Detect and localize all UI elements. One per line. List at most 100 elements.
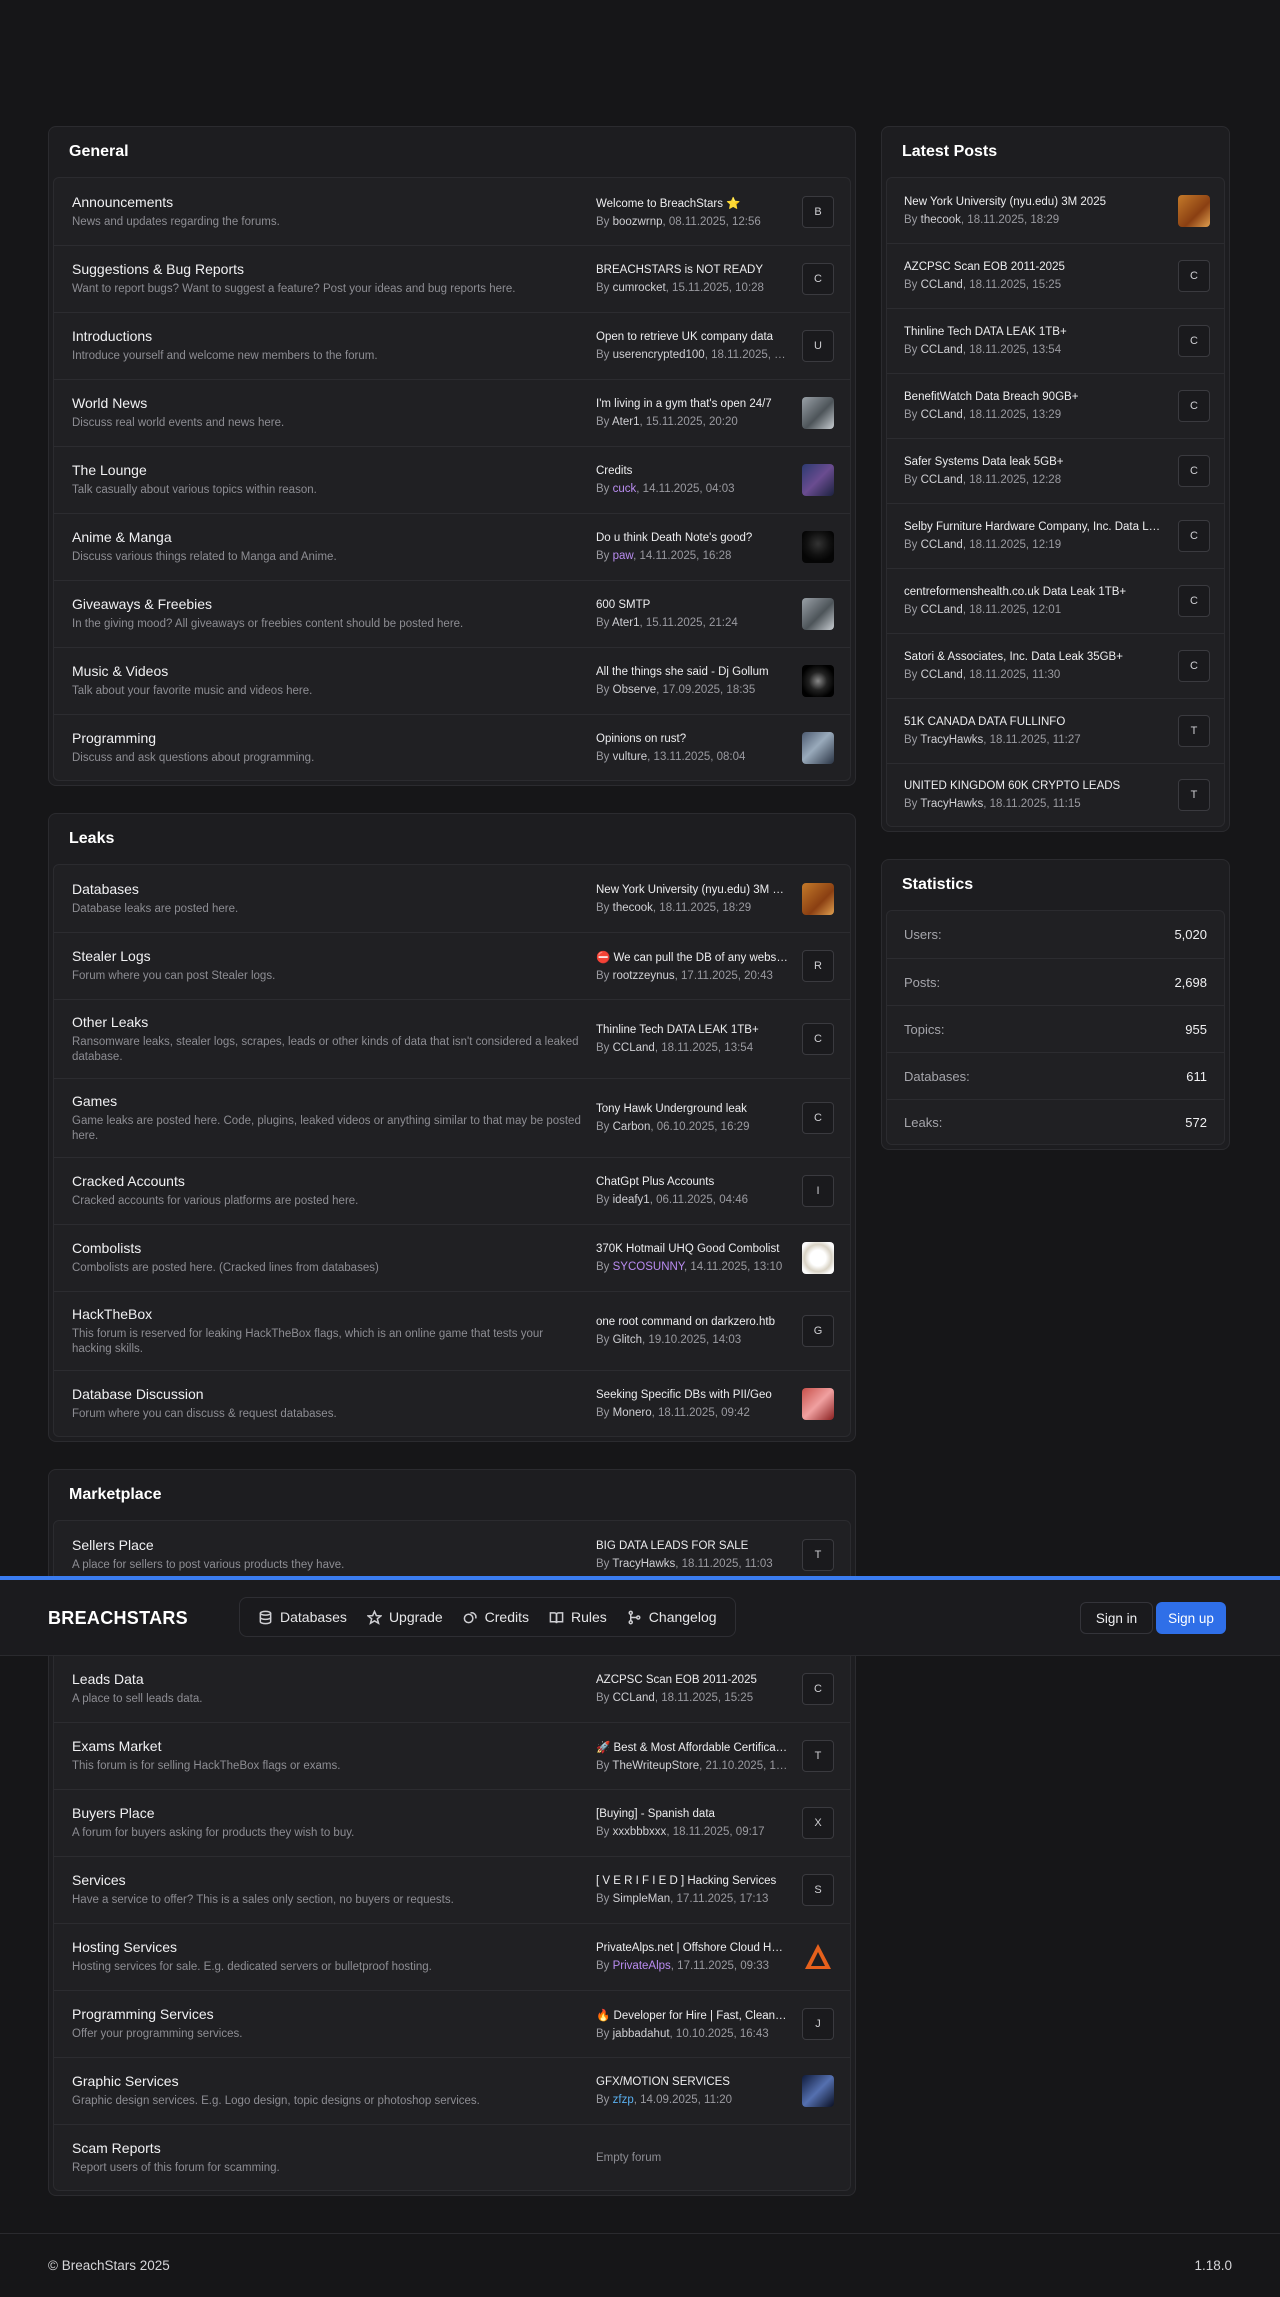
forum-row[interactable]: Giveaways & Freebies In the giving mood? … bbox=[54, 580, 850, 647]
forum-name[interactable]: HackTheBox bbox=[72, 1306, 582, 1322]
last-post-user[interactable]: Monero bbox=[613, 1407, 652, 1419]
nav-rules[interactable]: Rules bbox=[539, 1609, 617, 1625]
forum-name[interactable]: Giveaways & Freebies bbox=[72, 596, 582, 612]
forum-name[interactable]: Introductions bbox=[72, 328, 582, 344]
last-post[interactable]: ChatGpt Plus Accounts By ideafy1, 06.11.2… bbox=[596, 1176, 788, 1206]
last-post[interactable]: Credits By cuck, 14.11.2025, 04:03 bbox=[596, 465, 788, 495]
latest-post-item[interactable]: New York University (nyu.edu) 3M 2025 By … bbox=[887, 178, 1224, 243]
last-post[interactable]: Seeking Specific DBs with PII/Geo By Mone… bbox=[596, 1389, 788, 1419]
latest-post-title[interactable]: UNITED KINGDOM 60K CRYPTO LEADS bbox=[904, 780, 1164, 792]
last-post[interactable]: AZCPSC Scan EOB 2011-2025 By CCLand, 18.1… bbox=[596, 1674, 788, 1704]
forum-row[interactable]: Announcements News and updates regarding … bbox=[54, 178, 850, 245]
latest-post-user[interactable]: TracyHawks bbox=[920, 798, 983, 810]
forum-row[interactable]: Services Have a service to offer? This is… bbox=[54, 1856, 850, 1923]
last-post-user[interactable]: Observe bbox=[613, 684, 656, 696]
last-post-user[interactable]: paw bbox=[613, 550, 633, 562]
last-post-title[interactable]: one root command on darkzero.htb bbox=[596, 1316, 788, 1328]
forum-row[interactable]: Introductions Introduce yourself and welc… bbox=[54, 312, 850, 379]
last-post[interactable]: GFX/MOTION SERVICES By zfzp, 14.09.2025, … bbox=[596, 2076, 788, 2106]
avatar[interactable]: C bbox=[1178, 390, 1210, 422]
forum-name[interactable]: Music & Videos bbox=[72, 663, 582, 679]
latest-post-item[interactable]: Safer Systems Data leak 5GB+ By CCLand, 1… bbox=[887, 438, 1224, 503]
last-post-user[interactable]: zfzp bbox=[613, 2094, 634, 2106]
latest-post-title[interactable]: New York University (nyu.edu) 3M 2025 bbox=[904, 196, 1164, 208]
last-post-user[interactable]: Ater1 bbox=[612, 617, 640, 629]
avatar[interactable] bbox=[802, 2075, 834, 2107]
latest-post-title[interactable]: 51K CANADA DATA FULLINFO bbox=[904, 716, 1164, 728]
last-post[interactable]: Thinline Tech DATA LEAK 1TB+ By CCLand, 1… bbox=[596, 1024, 788, 1054]
last-post-title[interactable]: 370K Hotmail UHQ Good Combolist bbox=[596, 1243, 788, 1255]
last-post-user[interactable]: Glitch bbox=[613, 1334, 642, 1346]
latest-post-item[interactable]: 51K CANADA DATA FULLINFO By TracyHawks, 1… bbox=[887, 698, 1224, 763]
forum-row[interactable]: Cracked Accounts Cracked accounts for var… bbox=[54, 1157, 850, 1224]
last-post[interactable]: one root command on darkzero.htb By Glitc… bbox=[596, 1316, 788, 1346]
last-post[interactable]: ⛔ We can pull the DB of any website By ro… bbox=[596, 950, 788, 982]
avatar[interactable] bbox=[1178, 194, 1210, 227]
last-post-title[interactable]: 600 SMTP bbox=[596, 599, 788, 611]
latest-post-item[interactable]: Selby Furniture Hardware Company, Inc. D… bbox=[887, 503, 1224, 568]
forum-name[interactable]: Games bbox=[72, 1093, 582, 1109]
sign-in-button[interactable]: Sign in bbox=[1080, 1602, 1153, 1634]
avatar[interactable]: R bbox=[802, 950, 834, 982]
avatar[interactable]: C bbox=[1178, 520, 1210, 552]
avatar[interactable] bbox=[802, 731, 834, 764]
last-post-title[interactable]: Thinline Tech DATA LEAK 1TB+ bbox=[596, 1024, 788, 1036]
last-post-user[interactable]: xxxbbbxxx bbox=[613, 1826, 667, 1838]
avatar[interactable]: T bbox=[1178, 779, 1210, 811]
last-post[interactable]: I'm living in a gym that's open 24/7 By A… bbox=[596, 398, 788, 428]
latest-post-item[interactable]: UNITED KINGDOM 60K CRYPTO LEADS By TracyH… bbox=[887, 763, 1224, 826]
last-post[interactable]: Do u think Death Note's good? By paw, 14.… bbox=[596, 532, 788, 562]
last-post-user[interactable]: Ater1 bbox=[612, 416, 640, 428]
avatar[interactable]: C bbox=[802, 1102, 834, 1134]
last-post-title[interactable]: BIG DATA LEADS FOR SALE bbox=[596, 1540, 788, 1552]
forum-name[interactable]: Stealer Logs bbox=[72, 948, 582, 964]
forum-row[interactable]: Database Discussion Forum where you can d… bbox=[54, 1370, 850, 1436]
last-post-title[interactable]: BREACHSTARS is NOT READY bbox=[596, 264, 788, 276]
last-post-title[interactable]: [Buying] - Spanish data bbox=[596, 1808, 788, 1820]
forum-name[interactable]: Graphic Services bbox=[72, 2073, 582, 2089]
forum-name[interactable]: Other Leaks bbox=[72, 1014, 582, 1030]
latest-post-title[interactable]: Safer Systems Data leak 5GB+ bbox=[904, 456, 1164, 468]
latest-post-user[interactable]: CCLand bbox=[921, 474, 963, 486]
avatar[interactable]: C bbox=[802, 1023, 834, 1055]
forum-name[interactable]: Databases bbox=[72, 881, 582, 897]
latest-post-title[interactable]: centreformenshealth.co.uk Data Leak 1TB+ bbox=[904, 586, 1164, 598]
avatar[interactable]: C bbox=[802, 263, 834, 295]
forum-row[interactable]: Programming Discuss and ask questions abo… bbox=[54, 714, 850, 780]
last-post-title[interactable]: Opinions on rust? bbox=[596, 733, 788, 745]
latest-post-item[interactable]: Satori & Associates, Inc. Data Leak 35GB… bbox=[887, 633, 1224, 698]
last-post-user[interactable]: Carbon bbox=[613, 1121, 651, 1133]
last-post-user[interactable]: vulture bbox=[613, 751, 648, 763]
last-post-title[interactable]: GFX/MOTION SERVICES bbox=[596, 2076, 788, 2088]
nav-credits[interactable]: Credits bbox=[453, 1609, 539, 1625]
avatar[interactable] bbox=[802, 598, 834, 630]
sign-up-button[interactable]: Sign up bbox=[1156, 1602, 1226, 1634]
avatar[interactable] bbox=[802, 531, 834, 563]
latest-post-item[interactable]: BenefitWatch Data Breach 90GB+ By CCLand,… bbox=[887, 373, 1224, 438]
avatar[interactable]: B bbox=[802, 195, 834, 228]
avatar[interactable]: C bbox=[1178, 260, 1210, 292]
nav-upgrade[interactable]: Upgrade bbox=[357, 1609, 453, 1625]
forum-row[interactable]: Anime & Manga Discuss various things rela… bbox=[54, 513, 850, 580]
last-post-user[interactable]: cuck bbox=[613, 483, 637, 495]
avatar[interactable]: C bbox=[802, 1673, 834, 1705]
forum-row[interactable]: Programming Services Offer your programmi… bbox=[54, 1990, 850, 2057]
forum-row[interactable]: Suggestions & Bug Reports Want to report … bbox=[54, 245, 850, 312]
avatar[interactable]: C bbox=[1178, 325, 1210, 357]
forum-row[interactable]: Buyers Place A forum for buyers asking fo… bbox=[54, 1789, 850, 1856]
avatar[interactable]: S bbox=[802, 1874, 834, 1906]
last-post[interactable]: All the things she said - Dj Gollum By Ob… bbox=[596, 666, 788, 696]
last-post[interactable]: Opinions on rust? By vulture, 13.11.2025,… bbox=[596, 733, 788, 763]
forum-row[interactable]: World News Discuss real world events and … bbox=[54, 379, 850, 446]
forum-name[interactable]: Buyers Place bbox=[72, 1805, 582, 1821]
latest-post-user[interactable]: CCLand bbox=[921, 344, 963, 356]
avatar[interactable] bbox=[802, 1941, 834, 1973]
forum-row[interactable]: Other Leaks Ransomware leaks, stealer log… bbox=[54, 999, 850, 1078]
avatar[interactable] bbox=[802, 665, 834, 697]
forum-name[interactable]: Suggestions & Bug Reports bbox=[72, 261, 582, 277]
last-post[interactable]: [Buying] - Spanish data By xxxbbbxxx, 18.… bbox=[596, 1808, 788, 1838]
last-post-user[interactable]: userencrypted100 bbox=[613, 349, 705, 361]
forum-row[interactable]: Databases Database leaks are posted here.… bbox=[54, 865, 850, 932]
forum-row[interactable]: Music & Videos Talk about your favorite m… bbox=[54, 647, 850, 714]
avatar[interactable]: X bbox=[802, 1807, 834, 1839]
